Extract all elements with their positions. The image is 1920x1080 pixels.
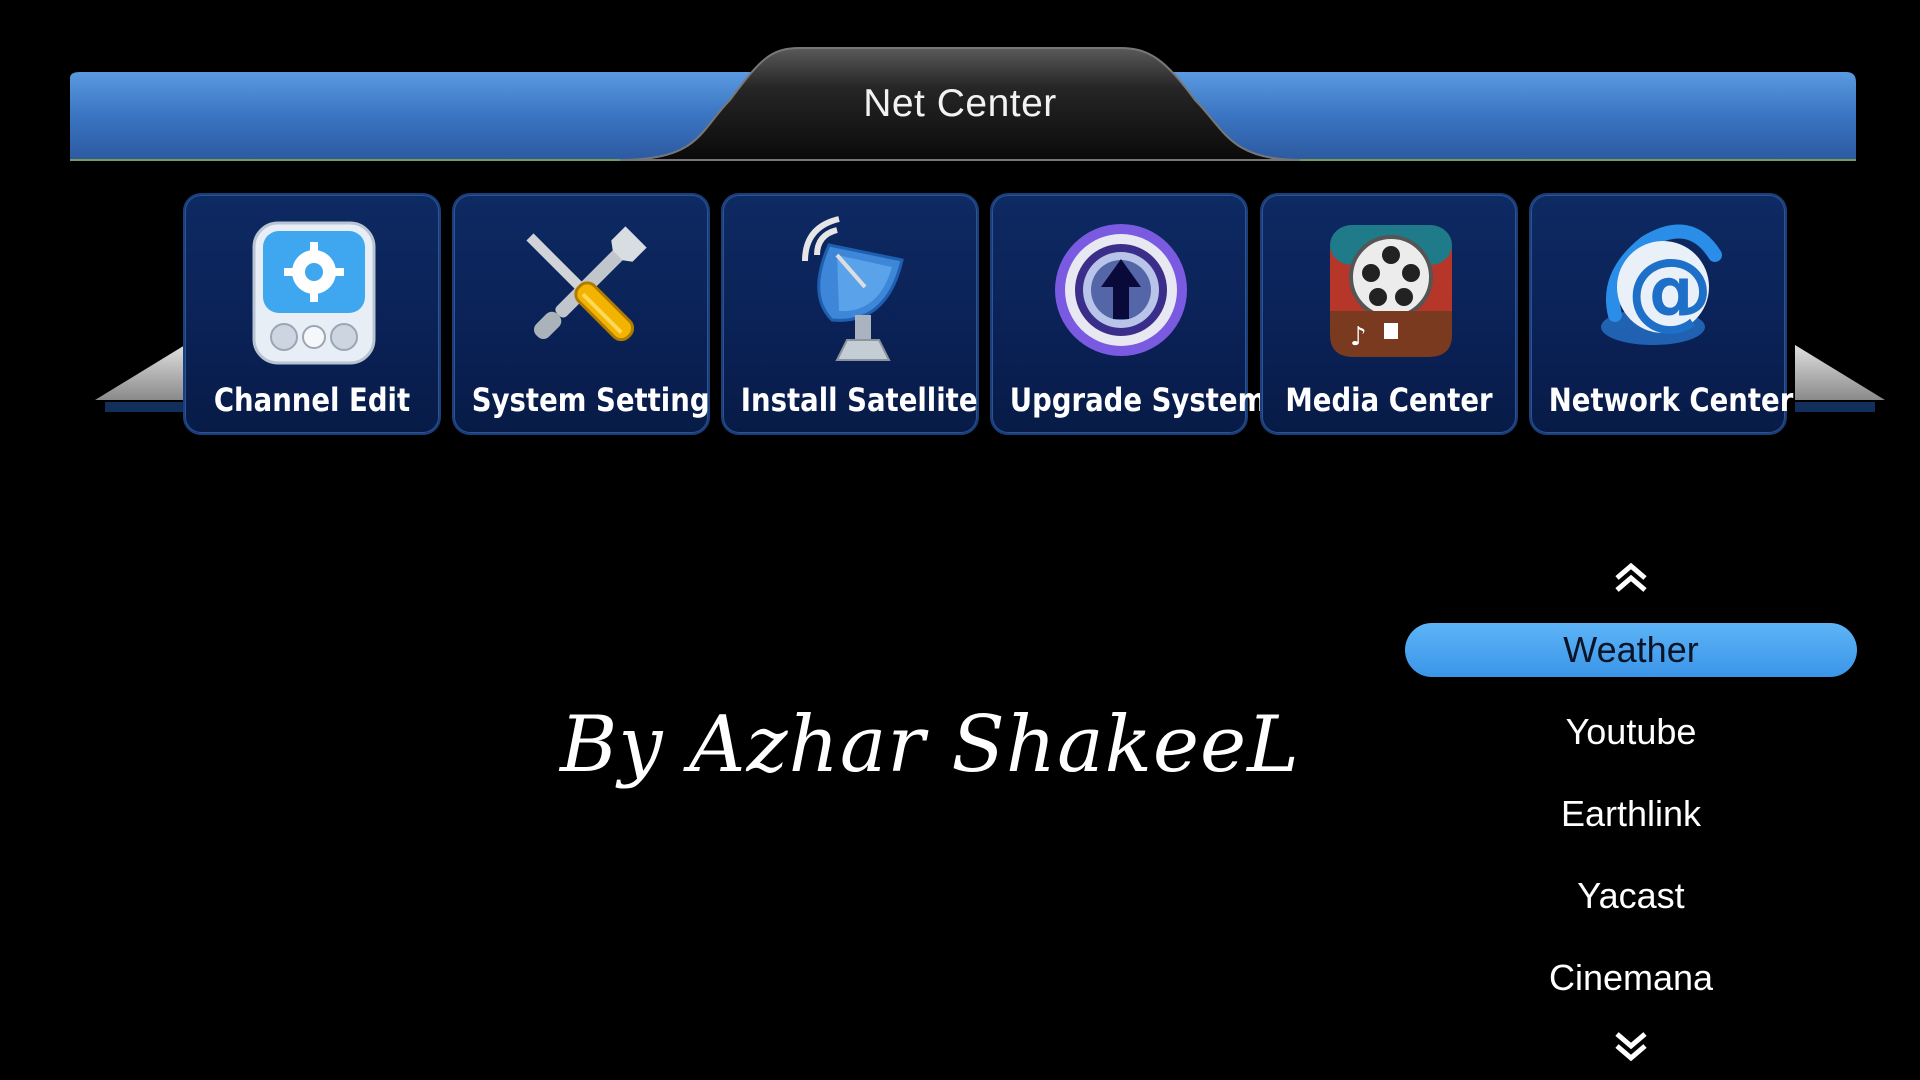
svg-text:♪: ♪ — [1350, 322, 1367, 352]
svg-text:@: @ — [1627, 240, 1713, 340]
list-item-yacast[interactable]: Yacast — [1405, 869, 1857, 923]
menu-item-label: Media Center — [1285, 381, 1493, 419]
list-item-weather[interactable]: Weather — [1405, 623, 1857, 677]
menu-item-install-satellite[interactable]: Install Satellite — [721, 193, 979, 435]
channel-edit-icon — [252, 221, 376, 365]
tools-icon — [526, 226, 647, 342]
menu-item-label: Install Satellite — [740, 381, 978, 419]
film-reel-icon: ♪ — [1330, 225, 1452, 357]
page-title: Net Center — [863, 82, 1057, 125]
satellite-dish-icon — [802, 216, 904, 361]
at-sign-icon: @ — [1601, 224, 1722, 345]
chevron-double-up-icon[interactable] — [1611, 560, 1651, 594]
author-watermark: By Azhar ShakeeL — [560, 700, 1300, 790]
menu-item-label: Channel Edit — [213, 381, 411, 419]
menu-item-channel-edit[interactable]: Channel Edit — [183, 193, 441, 435]
list-item-youtube[interactable]: Youtube — [1405, 705, 1857, 759]
scroll-right-arrow-icon[interactable] — [1795, 340, 1885, 420]
scroll-left-arrow-icon[interactable] — [95, 340, 185, 420]
menu-item-upgrade-system[interactable]: Upgrade System — [990, 193, 1267, 435]
chevron-double-down-icon[interactable] — [1611, 1030, 1651, 1064]
menu-item-media-center[interactable]: ♪ Media Center — [1260, 193, 1518, 435]
menu-item-label: System Setting — [471, 381, 710, 419]
net-center-list: Weather Youtube Earthlink Yacast Cineman… — [1405, 560, 1857, 1080]
upgrade-arrow-icon — [1055, 224, 1187, 356]
menu-item-label: Network Center — [1548, 381, 1794, 419]
menu-item-network-center[interactable]: @ Network Center — [1529, 193, 1794, 435]
list-item-cinemana[interactable]: Cinemana — [1405, 951, 1857, 1005]
main-menu: Channel Edit System Setting Install Sate… — [183, 193, 1798, 439]
menu-item-system-setting[interactable]: System Setting — [452, 193, 710, 435]
list-item-earthlink[interactable]: Earthlink — [1405, 787, 1857, 841]
header-bar: Net Center — [0, 0, 1920, 170]
menu-item-label: Upgrade System — [1009, 381, 1267, 419]
